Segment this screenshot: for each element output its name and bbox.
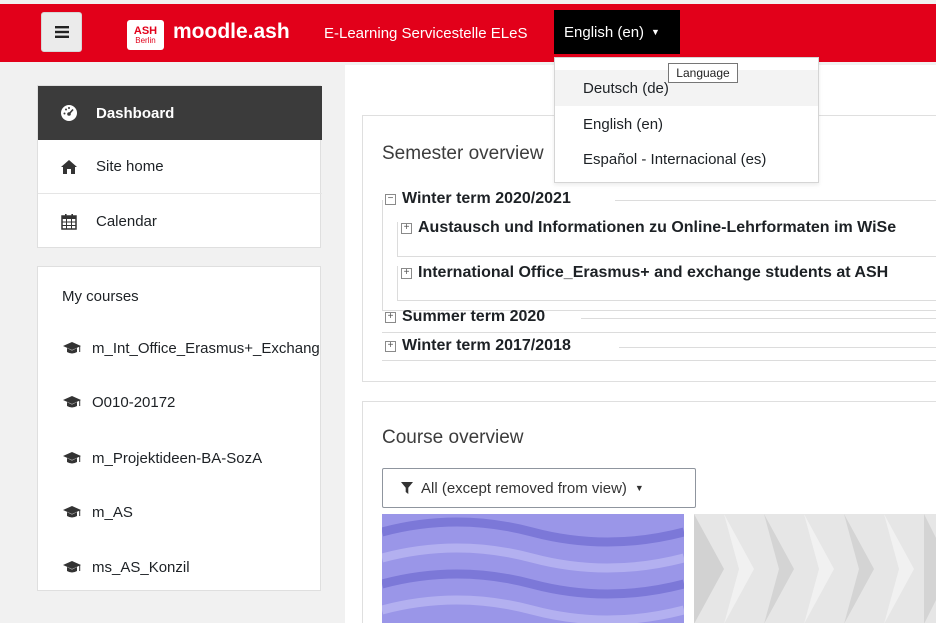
expand-icon: +	[385, 340, 396, 352]
course-tree-label: Austausch und Informationen zu Online-Le…	[418, 219, 897, 236]
tree-line	[397, 266, 398, 300]
term-toggle[interactable]: − Winter term 2020/2021	[385, 190, 571, 208]
tree-line	[615, 200, 936, 201]
my-courses-heading: My courses	[62, 288, 139, 305]
graduation-cap-icon	[62, 560, 82, 574]
nav-item-site-home[interactable]: Site home	[38, 140, 322, 194]
course-toggle[interactable]: + International Office_Erasmus+ and exch…	[401, 264, 888, 282]
filter-icon	[401, 482, 413, 494]
course-label: m_Int_Office_Erasmus+_Exchange	[92, 339, 321, 357]
wave-pattern-image	[382, 514, 684, 623]
caret-down-icon: ▼	[634, 483, 644, 493]
graduation-cap-icon	[62, 505, 82, 519]
nav-item-label: Calendar	[96, 212, 157, 230]
tree-line	[382, 332, 936, 333]
course-label: ms_AS_Konzil	[92, 558, 190, 576]
graduation-cap-icon	[62, 451, 82, 465]
expand-icon: +	[401, 267, 412, 279]
language-option-en[interactable]: English (en)	[555, 106, 818, 142]
nav-item-calendar[interactable]: Calendar	[38, 194, 322, 248]
course-label: m_Projektideen-BA-SozA	[92, 449, 263, 467]
course-overview-heading: Course overview	[382, 427, 524, 448]
course-filter-dropdown[interactable]: All (except removed from view) ▼	[382, 468, 696, 508]
term-label: Winter term 2020/2021	[402, 190, 571, 207]
language-button-label: English (en)	[564, 23, 645, 41]
filter-label: All (except removed from view)	[421, 479, 627, 497]
course-link[interactable]: m_Projektideen-BA-SozA	[62, 445, 262, 471]
tree-line	[619, 347, 936, 348]
dashboard-icon	[58, 104, 80, 122]
graduation-cap-icon	[62, 395, 82, 409]
language-menu-button[interactable]: English (en) ▼	[554, 10, 680, 54]
course-link[interactable]: m_AS	[62, 499, 133, 525]
expand-icon: +	[401, 222, 412, 234]
tree-line	[382, 200, 383, 310]
hamburger-icon	[54, 26, 69, 38]
course-label: m_AS	[92, 503, 133, 521]
nav-item-dashboard[interactable]: Dashboard	[38, 86, 322, 140]
tree-line	[397, 300, 936, 301]
course-link[interactable]: ms_AS_Konzil	[62, 554, 190, 580]
caret-down-icon: ▼	[651, 27, 660, 37]
language-tooltip: Language	[668, 63, 738, 83]
site-brand-link[interactable]: moodle.ash	[173, 20, 290, 44]
eles-link[interactable]: E-Learning Servicestelle ELeS	[324, 25, 527, 42]
tree-line	[581, 318, 936, 319]
diamond-pattern-image	[694, 514, 936, 623]
logo-line2: Berlin	[135, 35, 156, 45]
menu-toggle-button[interactable]	[41, 12, 82, 52]
course-tree-label: International Office_Erasmus+ and exchan…	[418, 264, 889, 281]
tree-line	[397, 256, 936, 257]
top-navbar: ASH Berlin moodle.ash E-Learning Service…	[0, 0, 936, 65]
term-label: Summer term 2020	[402, 308, 546, 325]
tree-line	[382, 360, 936, 361]
logo-line1: ASH	[133, 24, 158, 37]
course-link[interactable]: m_Int_Office_Erasmus+_Exchange	[62, 335, 321, 361]
nav-item-label: Site home	[96, 158, 164, 175]
nav-item-label: Dashboard	[96, 104, 175, 122]
term-toggle[interactable]: + Winter term 2017/2018	[385, 337, 571, 355]
main-nav-card: Dashboard Site home Calendar	[37, 85, 322, 248]
expand-icon: +	[385, 311, 396, 323]
my-courses-card: My courses m_Int_Office_Erasmus+_Exchang…	[37, 266, 321, 591]
course-label: O010-20172	[92, 393, 176, 411]
language-option-es[interactable]: Español - Internacional (es)	[555, 141, 818, 177]
course-image-tile[interactable]	[694, 514, 936, 623]
course-link[interactable]: O010-20172	[62, 389, 175, 415]
calendar-icon	[58, 213, 80, 230]
graduation-cap-icon	[62, 341, 82, 355]
course-overview-block: Course overview All (except removed from…	[362, 401, 936, 623]
course-image-tile[interactable]	[382, 514, 684, 623]
term-label: Winter term 2017/2018	[402, 337, 571, 354]
tree-line	[397, 222, 398, 256]
course-toggle[interactable]: + Austausch und Informationen zu Online-…	[401, 219, 896, 237]
collapse-icon: −	[385, 193, 396, 205]
semester-overview-heading: Semester overview	[382, 143, 544, 164]
home-icon	[58, 159, 80, 175]
term-toggle[interactable]: + Summer term 2020	[385, 308, 545, 326]
ash-berlin-logo[interactable]: ASH Berlin	[127, 20, 164, 50]
